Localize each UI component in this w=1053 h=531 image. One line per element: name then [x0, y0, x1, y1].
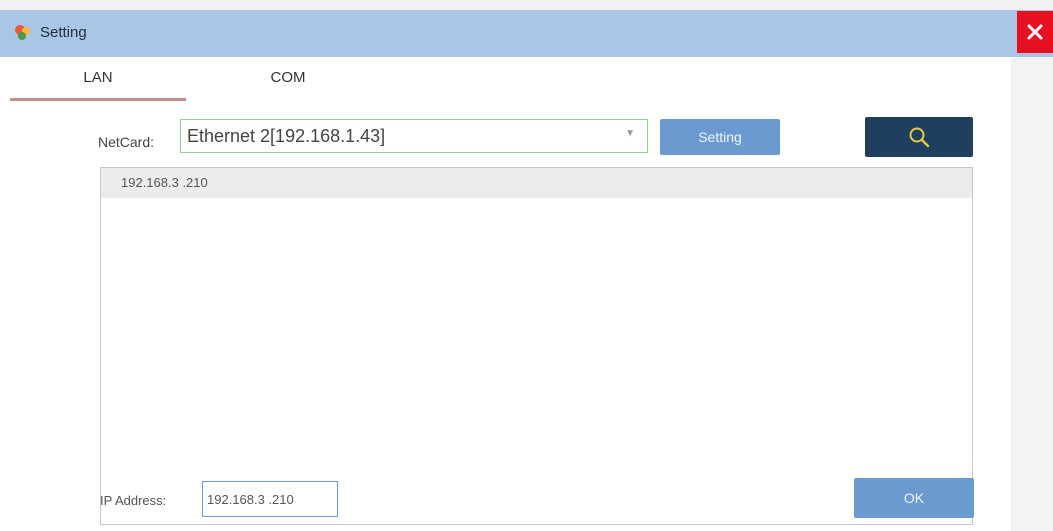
title-bar: Setting — [0, 10, 1053, 57]
list-item-text: 192.168.3 .210 — [121, 175, 208, 190]
netcard-label: NetCard: — [98, 134, 155, 150]
list-item[interactable]: 192.168.3 .210 — [101, 168, 972, 198]
ip-address-value: 192.168.3 .210 — [207, 492, 294, 507]
tab-lan[interactable]: LAN — [10, 69, 186, 86]
window-title: Setting — [40, 24, 87, 41]
search-button[interactable] — [865, 117, 973, 157]
device-list[interactable]: 192.168.3 .210 — [100, 167, 973, 525]
dialog-body: LAN COM NetCard: Ethernet 2[192.168.1.43… — [0, 57, 1011, 531]
netcard-value: Ethernet 2[192.168.1.43] — [187, 126, 386, 146]
ip-address-label: IP Address: — [100, 493, 167, 508]
ip-address-field[interactable]: 192.168.3 .210 — [202, 481, 338, 517]
background-window-strip — [0, 0, 1053, 10]
setting-button[interactable]: Setting — [660, 119, 780, 155]
netcard-dropdown[interactable]: Ethernet 2[192.168.1.43] ▼ — [180, 119, 648, 153]
ok-button[interactable]: OK — [854, 478, 974, 518]
search-icon — [909, 127, 930, 148]
app-icon — [12, 22, 34, 44]
chevron-down-icon[interactable]: ▼ — [625, 128, 635, 139]
active-tab-indicator — [10, 98, 186, 101]
close-button[interactable] — [1017, 11, 1053, 53]
ok-button-label: OK — [903, 490, 925, 506]
tab-com[interactable]: COM — [200, 69, 376, 86]
close-icon — [1027, 24, 1043, 40]
setting-button-label: Setting — [698, 129, 742, 145]
